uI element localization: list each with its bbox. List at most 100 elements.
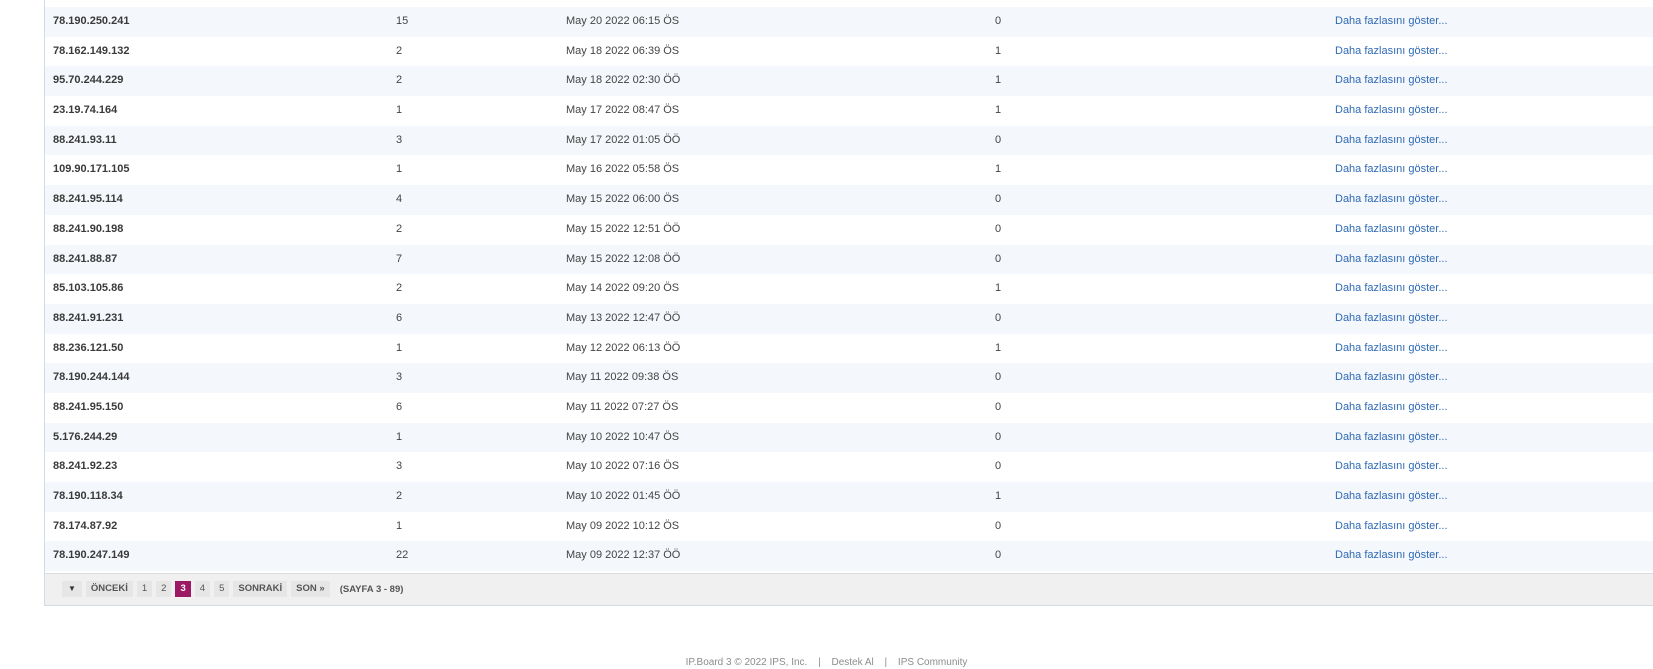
count-cell: 1 (396, 430, 403, 443)
date-cell: May 18 2022 06:39 ÖS (566, 44, 680, 57)
page-jump-dropdown[interactable]: ▼ (62, 581, 82, 597)
table-row: 88.241.93.11 3 May 17 2022 01:05 ÖÖ 0 Daha f… (45, 125, 1653, 156)
count-cell: 6 (396, 400, 403, 413)
show-more-link[interactable]: Daha fazlasını göster... (1335, 7, 1448, 37)
ip-address-cell: 23.19.74.164 (53, 104, 118, 117)
table-row: 23.19.74.164 1 May 17 2022 08:47 ÖS 1 Daha f… (45, 96, 1653, 126)
last-page-button[interactable]: SON » (291, 581, 330, 597)
count-cell: 15 (396, 15, 409, 27)
date-cell: May 10 2022 01:45 ÖÖ (566, 490, 681, 502)
show-more-link[interactable]: Daha fazlasını göster... (1335, 423, 1448, 453)
count-cell: 2 (396, 282, 403, 295)
table-row: 95.70.244.229 2 May 18 2022 02:30 ÖÖ 1 Daha … (45, 66, 1653, 97)
ip-address-cell: 5.176.244.29 (53, 430, 118, 443)
show-more-link[interactable]: Daha fazlasını göster... (1335, 66, 1448, 96)
show-more-link[interactable]: Daha fazlasını göster... (1335, 393, 1448, 423)
ip-address-cell: 85.103.105.86 (53, 282, 124, 295)
table-row: 5.176.244.29 1 May 10 2022 10:47 ÖS 0 Daha f… (45, 422, 1653, 453)
show-more-link[interactable]: Daha fazlasını göster... (1335, 482, 1448, 512)
value-cell: 0 (995, 430, 1002, 443)
show-more-link[interactable]: Daha fazlasını göster... (1335, 363, 1448, 393)
table-row: 109.90.171.105 1 May 16 2022 05:58 ÖS 1 Daha… (45, 155, 1653, 186)
show-more-link[interactable]: Daha fazlasını göster... (1335, 334, 1448, 364)
date-cell: May 20 2022 06:15 ÖS (566, 15, 680, 27)
value-cell: 0 (995, 371, 1002, 384)
table-row: 78.190.250.241 15 May 20 2022 06:15 ÖS 0 Dah… (45, 7, 1653, 37)
caret-down-icon: ▼ (68, 584, 76, 593)
show-more-link[interactable]: Daha fazlasını göster... (1335, 96, 1448, 126)
count-cell: 3 (396, 460, 403, 473)
date-cell: May 13 2022 12:47 ÖÖ (566, 311, 681, 324)
date-cell: May 12 2022 06:13 ÖÖ (566, 341, 681, 354)
count-cell: 6 (396, 311, 403, 324)
table-row: 78.190.247.149 22 May 09 2022 12:37 ÖÖ 0 Dah… (45, 541, 1653, 572)
count-cell: 4 (396, 193, 403, 206)
show-more-link[interactable]: Daha fazlasını göster... (1335, 245, 1448, 275)
footer-copyright: IP.Board 3 © 2022 IPS, Inc. (685, 657, 808, 668)
date-cell: May 15 2022 12:08 ÖÖ (566, 252, 681, 265)
show-more-link[interactable]: Daha fazlasını göster... (1335, 215, 1448, 245)
table-row: 88.236.121.50 1 May 12 2022 06:13 ÖÖ 1 Daha … (45, 333, 1653, 364)
show-more-link[interactable]: Daha fazlasını göster... (1335, 126, 1448, 156)
ip-address-cell: 88.241.92.23 (53, 460, 118, 473)
footer-separator: | (818, 657, 821, 668)
ip-address-cell: 88.241.91.231 (53, 311, 124, 324)
value-cell: 0 (995, 549, 1002, 562)
value-cell: 1 (995, 104, 1002, 117)
value-cell: 0 (995, 15, 1002, 27)
ip-address-cell: 88.241.88.87 (53, 252, 118, 265)
table-row: 78.190.118.34 2 May 10 2022 01:45 ÖÖ 1 Daha … (45, 482, 1653, 512)
show-more-link[interactable]: Daha fazlasını göster... (1335, 304, 1448, 334)
value-cell: 1 (995, 490, 1002, 502)
page-4-button[interactable]: 4 (194, 581, 211, 597)
show-more-link[interactable]: Daha fazlasını göster... (1335, 185, 1448, 215)
value-cell: 0 (995, 193, 1002, 206)
date-cell: May 10 2022 07:16 ÖS (566, 460, 680, 473)
ip-address-cell: 78.190.250.241 (53, 15, 130, 27)
ip-address-cell: 88.241.95.150 (53, 400, 124, 413)
ip-address-cell: 88.236.121.50 (53, 341, 124, 354)
ip-address-cell: 78.162.149.132 (53, 44, 130, 57)
table-row: 88.241.95.150 6 May 11 2022 07:27 ÖS 0 Daha … (45, 392, 1653, 423)
show-more-link[interactable]: Daha fazlasını göster... (1335, 541, 1448, 571)
ip-address-cell: 78.190.118.34 (53, 490, 123, 502)
next-page-button[interactable]: SONRAKİ (233, 581, 288, 597)
date-cell: May 17 2022 08:47 ÖS (566, 104, 680, 117)
value-cell: 0 (995, 222, 1002, 235)
table-row: 88.241.92.23 3 May 10 2022 07:16 ÖS 0 Daha f… (45, 452, 1653, 482)
ip-address-cell: 88.241.95.114 (53, 193, 123, 206)
show-more-link[interactable]: Daha fazlasını göster... (1335, 274, 1448, 304)
value-cell: 0 (995, 460, 1002, 473)
show-more-link[interactable]: Daha fazlasını göster... (1335, 37, 1448, 67)
table-row: 88.241.95.114 4 May 15 2022 06:00 ÖS 0 Daha … (45, 185, 1653, 215)
page-3-button[interactable]: 3 (175, 581, 191, 597)
count-cell: 2 (396, 490, 403, 502)
page-5-button[interactable]: 5 (214, 581, 230, 597)
table-row: 88.241.88.87 7 May 15 2022 12:08 ÖÖ 0 Daha f… (45, 244, 1653, 275)
ip-address-cell: 88.241.93.11 (53, 133, 117, 146)
ip-address-cell: 78.190.244.144 (53, 371, 130, 384)
page-2-button[interactable]: 2 (156, 581, 172, 597)
date-cell: May 18 2022 02:30 ÖÖ (566, 74, 681, 87)
date-cell: May 17 2022 01:05 ÖÖ (566, 133, 681, 146)
value-cell: 1 (995, 44, 1002, 57)
show-more-link[interactable]: Daha fazlasını göster... (1335, 512, 1448, 542)
count-cell: 3 (396, 371, 403, 384)
page-1-button[interactable]: 1 (136, 581, 153, 597)
show-more-link[interactable]: Daha fazlasını göster... (1335, 452, 1448, 482)
date-cell: May 10 2022 10:47 ÖS (566, 430, 680, 443)
prev-page-button[interactable]: ÖNCEKİ (85, 581, 133, 597)
value-cell: 1 (995, 341, 1002, 354)
ip-address-cell: 109.90.171.105 (53, 163, 130, 176)
date-cell: May 11 2022 09:38 ÖS (566, 371, 679, 384)
count-cell: 3 (396, 133, 403, 146)
show-more-link[interactable]: Daha fazlasını göster... (1335, 155, 1448, 185)
count-cell: 1 (396, 341, 403, 354)
table-row: 88.241.90.198 2 May 15 2022 12:51 ÖÖ 0 Daha … (45, 214, 1653, 245)
footer-link-community[interactable]: IPS Community (898, 657, 967, 668)
footer-link-support[interactable]: Destek Al (832, 657, 874, 668)
date-cell: May 11 2022 07:27 ÖS (566, 400, 679, 413)
date-cell: May 15 2022 12:51 ÖÖ (566, 222, 681, 235)
page-info: (SAYFA 3 - 89) (339, 583, 404, 595)
footer-separator: | (884, 657, 888, 668)
